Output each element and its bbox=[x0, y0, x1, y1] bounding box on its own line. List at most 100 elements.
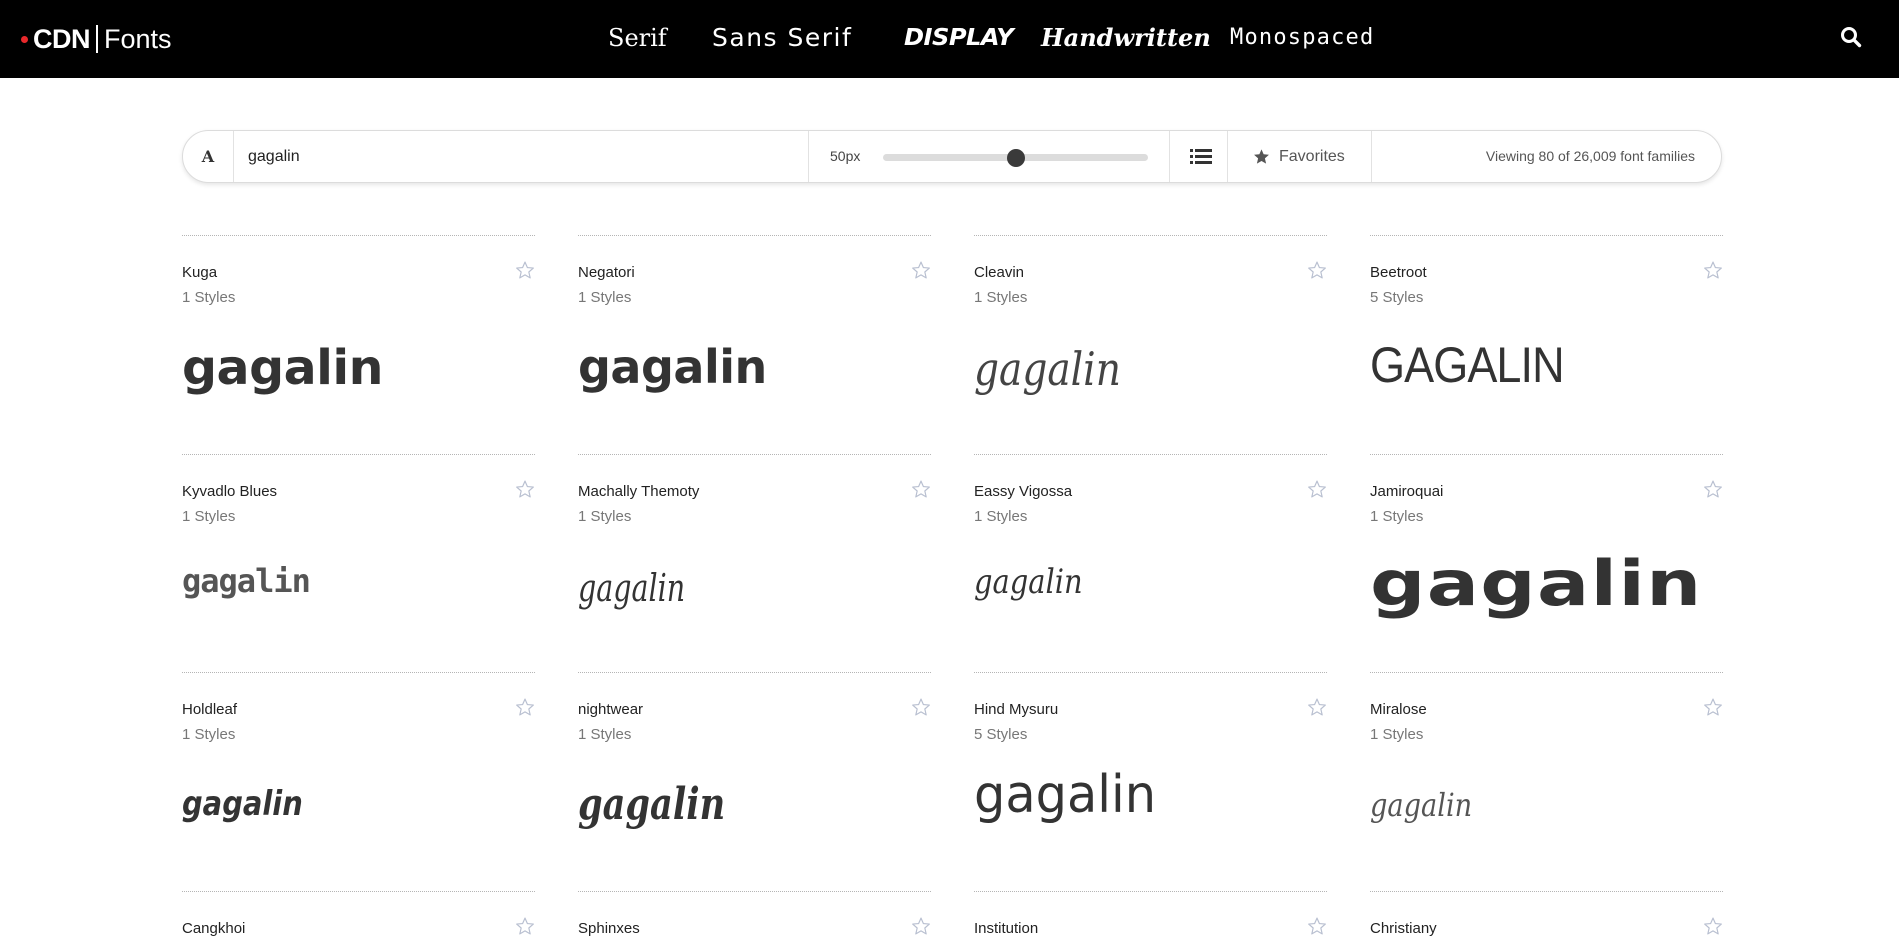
favorite-star-icon[interactable] bbox=[1703, 260, 1723, 280]
font-preview: gagalin bbox=[578, 779, 726, 830]
font-preview: gagalin bbox=[182, 784, 303, 824]
font-preview: gagalin bbox=[578, 340, 767, 394]
font-size-slider[interactable] bbox=[883, 149, 1148, 167]
favorite-star-icon[interactable] bbox=[1307, 916, 1327, 936]
font-name[interactable]: Kuga bbox=[182, 264, 217, 281]
top-navbar: CDN Fonts Serif Sans Serif DISPLAY Handw… bbox=[0, 0, 1899, 78]
font-size-label: 50px bbox=[830, 148, 861, 164]
font-name[interactable]: Hind Mysuru bbox=[974, 701, 1058, 718]
nav-serif[interactable]: Serif bbox=[608, 23, 667, 53]
favorite-star-icon[interactable] bbox=[1703, 697, 1723, 717]
font-preview: gagalin bbox=[578, 566, 686, 610]
font-name[interactable]: nightwear bbox=[578, 701, 643, 718]
font-card[interactable]: Negatori 1 Styles gagalin bbox=[578, 235, 931, 435]
favorite-star-icon[interactable] bbox=[515, 260, 535, 280]
favorite-star-icon[interactable] bbox=[911, 260, 931, 280]
logo[interactable]: CDN Fonts bbox=[21, 20, 171, 58]
font-card[interactable]: Sphinxes bbox=[578, 891, 931, 941]
font-name[interactable]: Negatori bbox=[578, 264, 635, 281]
logo-divider bbox=[96, 25, 98, 53]
search-icon[interactable] bbox=[1840, 26, 1866, 52]
font-name[interactable]: Sphinxes bbox=[578, 920, 640, 937]
font-card[interactable]: Kuga 1 Styles gagalin bbox=[182, 235, 535, 435]
font-name[interactable]: Holdleaf bbox=[182, 701, 237, 718]
favorite-star-icon[interactable] bbox=[1703, 479, 1723, 499]
toolbar-divider bbox=[1371, 131, 1372, 182]
font-preview: gagalin bbox=[974, 562, 1083, 602]
favorite-star-icon[interactable] bbox=[1307, 479, 1327, 499]
preview-text-input[interactable] bbox=[248, 143, 808, 171]
font-styles-count: 1 Styles bbox=[182, 289, 236, 306]
font-preview: gagalin bbox=[974, 342, 1121, 396]
font-name[interactable]: Kyvadlo Blues bbox=[182, 483, 277, 500]
font-card[interactable]: Miralose 1 Styles gagalin bbox=[1370, 672, 1723, 872]
font-card[interactable]: Cleavin 1 Styles gagalin bbox=[974, 235, 1327, 435]
font-name[interactable]: Eassy Vigossa bbox=[974, 483, 1072, 500]
star-icon bbox=[1254, 149, 1269, 164]
font-styles-count: 1 Styles bbox=[182, 726, 236, 743]
toolbar-divider bbox=[233, 131, 234, 182]
font-card[interactable]: Hind Mysuru 5 Styles gagalin bbox=[974, 672, 1327, 872]
font-preview: GAGALIN bbox=[1370, 337, 1565, 393]
favorite-star-icon[interactable] bbox=[515, 697, 535, 717]
favorite-star-icon[interactable] bbox=[911, 479, 931, 499]
font-card[interactable]: nightwear 1 Styles gagalin bbox=[578, 672, 931, 872]
nav-handwritten[interactable]: Handwritten bbox=[1041, 23, 1211, 53]
font-name[interactable]: Christiany bbox=[1370, 920, 1437, 937]
font-card[interactable]: Christiany bbox=[1370, 891, 1723, 941]
font-card[interactable]: Cangkhoi bbox=[182, 891, 535, 941]
font-card[interactable]: Beetroot 5 Styles GAGALIN bbox=[1370, 235, 1723, 435]
favorite-star-icon[interactable] bbox=[1307, 697, 1327, 717]
font-name[interactable]: Miralose bbox=[1370, 701, 1427, 718]
favorite-star-icon[interactable] bbox=[515, 916, 535, 936]
favorite-star-icon[interactable] bbox=[911, 916, 931, 936]
list-view-icon[interactable] bbox=[1189, 145, 1213, 169]
font-name[interactable]: Cangkhoi bbox=[182, 920, 245, 937]
font-styles-count: 5 Styles bbox=[974, 726, 1028, 743]
font-styles-count: 1 Styles bbox=[578, 289, 632, 306]
toolbar-divider bbox=[808, 131, 809, 182]
font-styles-count: 1 Styles bbox=[578, 726, 632, 743]
font-preview: gagalin bbox=[974, 765, 1157, 825]
favorites-label: Favorites bbox=[1279, 147, 1345, 165]
font-card[interactable]: Machally Themoty 1 Styles gagalin bbox=[578, 454, 931, 654]
font-card[interactable]: Jamiroquai 1 Styles gagalin bbox=[1370, 454, 1723, 654]
font-card[interactable]: Eassy Vigossa 1 Styles gagalin bbox=[974, 454, 1327, 654]
favorite-star-icon[interactable] bbox=[1703, 916, 1723, 936]
font-styles-count: 1 Styles bbox=[974, 289, 1028, 306]
font-name[interactable]: Institution bbox=[974, 920, 1038, 937]
font-styles-count: 5 Styles bbox=[1370, 289, 1424, 306]
font-name[interactable]: Beetroot bbox=[1370, 264, 1427, 281]
favorite-star-icon[interactable] bbox=[911, 697, 931, 717]
toolbar-divider bbox=[1169, 131, 1170, 182]
slider-thumb[interactable] bbox=[1006, 149, 1025, 167]
font-card[interactable]: Kyvadlo Blues 1 Styles gagalin bbox=[182, 454, 535, 654]
font-styles-count: 1 Styles bbox=[974, 508, 1028, 525]
font-name[interactable]: Jamiroquai bbox=[1370, 483, 1443, 500]
font-preview: gagalin bbox=[1370, 547, 1703, 620]
nav-display[interactable]: DISPLAY bbox=[904, 23, 1014, 53]
filter-toolbar: A 50px Favorites Viewing 80 of 26,009 fo… bbox=[182, 130, 1722, 183]
logo-brand: CDN bbox=[33, 23, 91, 54]
favorites-button[interactable]: Favorites bbox=[1253, 131, 1345, 182]
font-preview: gagalin bbox=[182, 562, 311, 600]
font-styles-count: 1 Styles bbox=[578, 508, 632, 525]
nav-sans-serif[interactable]: Sans Serif bbox=[712, 23, 852, 53]
toolbar-divider bbox=[1227, 131, 1228, 182]
font-styles-count: 1 Styles bbox=[1370, 726, 1424, 743]
font-preview: gagalin bbox=[1370, 786, 1473, 824]
logo-dot bbox=[21, 35, 28, 43]
font-styles-count: 1 Styles bbox=[182, 508, 236, 525]
nav-monospaced[interactable]: Monospaced bbox=[1230, 23, 1374, 53]
font-card[interactable]: Holdleaf 1 Styles gagalin bbox=[182, 672, 535, 872]
results-count: Viewing 80 of 26,009 font families bbox=[1485, 148, 1695, 164]
favorite-star-icon[interactable] bbox=[1307, 260, 1327, 280]
font-preview: gagalin bbox=[182, 340, 384, 396]
favorite-star-icon[interactable] bbox=[515, 479, 535, 499]
font-styles-count: 1 Styles bbox=[1370, 508, 1424, 525]
font-type-icon[interactable]: A bbox=[183, 131, 233, 182]
logo-product: Fonts bbox=[104, 23, 171, 54]
font-card[interactable]: Institution bbox=[974, 891, 1327, 941]
font-name[interactable]: Cleavin bbox=[974, 264, 1024, 281]
font-name[interactable]: Machally Themoty bbox=[578, 483, 699, 500]
